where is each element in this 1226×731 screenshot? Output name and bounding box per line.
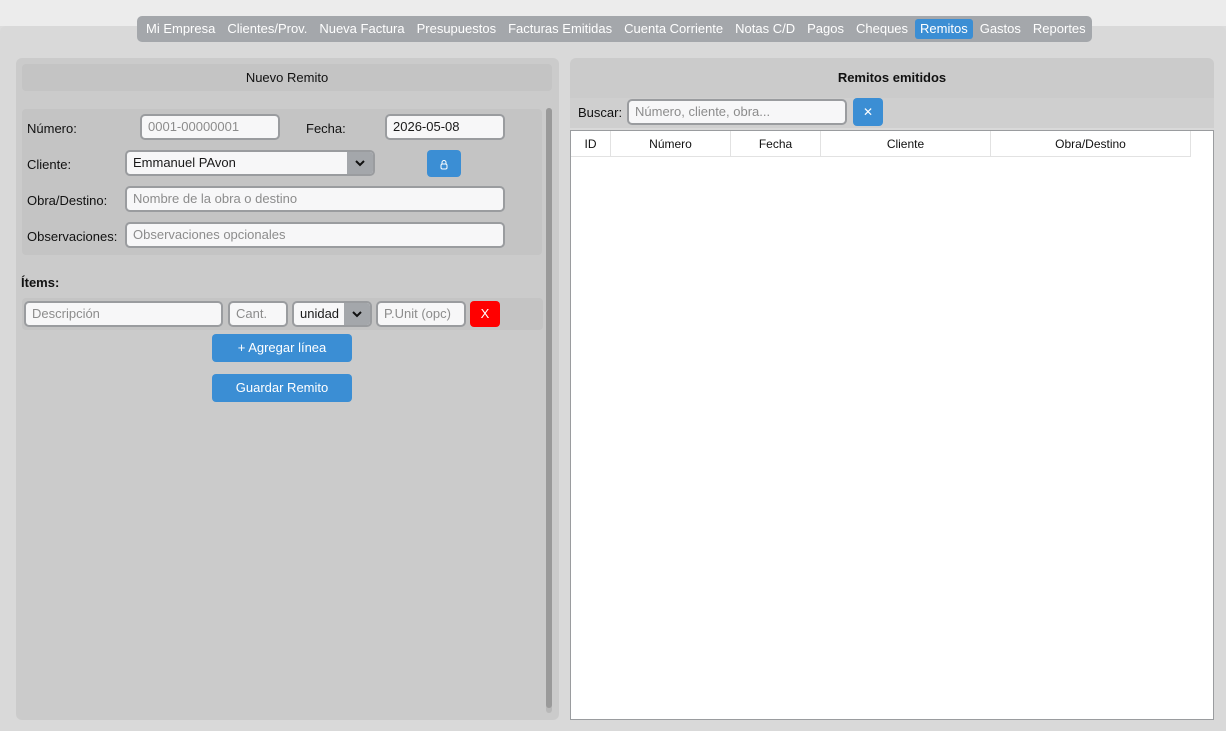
remitos-emitidos-title: Remitos emitidos — [837, 70, 947, 85]
panel-title: Nuevo Remito — [22, 64, 552, 91]
tab-cheques[interactable]: Cheques — [851, 19, 913, 39]
column-header-id[interactable]: ID — [571, 131, 611, 157]
tab-mi-empresa[interactable]: Mi Empresa — [141, 19, 220, 39]
tab-facturas-emitidas[interactable]: Facturas Emitidas — [503, 19, 617, 39]
chevron-down-icon — [344, 303, 370, 325]
fecha-field[interactable]: 2026-05-08 — [385, 114, 505, 140]
refresh-clients-button[interactable] — [427, 150, 461, 177]
observaciones-input[interactable]: Observaciones opcionales — [125, 222, 505, 248]
column-header-numero[interactable]: Número — [611, 131, 731, 157]
tab-pagos[interactable]: Pagos — [802, 19, 849, 39]
items-heading: Ítems: — [21, 275, 60, 290]
chevron-down-icon — [347, 152, 373, 174]
tab-cuenta-corriente[interactable]: Cuenta Corriente — [619, 19, 728, 39]
cliente-label: Cliente: — [27, 157, 72, 172]
cliente-select[interactable]: Emmanuel PAvon — [125, 150, 375, 176]
add-line-button[interactable]: + Agregar línea — [212, 334, 352, 362]
remove-item-button[interactable]: X — [470, 301, 500, 327]
tab-nueva-factura[interactable]: Nueva Factura — [314, 19, 409, 39]
search-bar: Buscar: Número, cliente, obra... ✕ — [570, 98, 1214, 128]
column-header-obra-destino[interactable]: Obra/Destino — [991, 131, 1191, 157]
numero-label: Número: — [27, 121, 77, 136]
scrollbar-thumb[interactable] — [546, 108, 552, 708]
clear-search-button[interactable]: ✕ — [853, 98, 883, 126]
main-tab-bar: Mi Empresa Clientes/Prov. Nueva Factura … — [137, 16, 1092, 42]
tab-presupuestos[interactable]: Presupuestos — [412, 19, 502, 39]
item-descripcion-input[interactable]: Descripción — [24, 301, 223, 327]
save-remito-button[interactable]: Guardar Remito — [212, 374, 352, 402]
numero-field[interactable]: 0001-00000001 — [140, 114, 280, 140]
tab-clientes-prov[interactable]: Clientes/Prov. — [222, 19, 312, 39]
item-unidad-value: unidad — [300, 306, 340, 321]
search-label: Buscar: — [578, 105, 623, 120]
tab-gastos[interactable]: Gastos — [975, 19, 1026, 39]
refresh-icon — [440, 159, 448, 170]
close-icon: ✕ — [862, 105, 874, 119]
nuevo-remito-panel: Nuevo Remito Número: 0001-00000001 Fecha… — [16, 58, 559, 720]
obra-label: Obra/Destino: — [27, 193, 108, 208]
item-precio-unit-input[interactable]: P.Unit (opc) — [376, 301, 466, 327]
column-header-cliente[interactable]: Cliente — [821, 131, 991, 157]
obra-destino-input[interactable]: Nombre de la obra o destino — [125, 186, 505, 212]
observaciones-label: Observaciones: — [27, 229, 118, 244]
tab-reportes[interactable]: Reportes — [1028, 19, 1091, 39]
table-header-row: ID Número Fecha Cliente Obra/Destino — [571, 131, 1213, 157]
remitos-table: ID Número Fecha Cliente Obra/Destino — [570, 130, 1214, 720]
remito-form-section: Número: 0001-00000001 Fecha: 2026-05-08 … — [22, 109, 542, 255]
fecha-label: Fecha: — [306, 121, 346, 136]
item-cantidad-input[interactable]: Cant. — [228, 301, 288, 327]
search-input[interactable]: Número, cliente, obra... — [627, 99, 847, 125]
column-header-fecha[interactable]: Fecha — [731, 131, 821, 157]
tab-remitos[interactable]: Remitos — [915, 19, 973, 39]
tab-notas-cd[interactable]: Notas C/D — [730, 19, 800, 39]
cliente-selected-value: Emmanuel PAvon — [133, 155, 236, 170]
item-unidad-select[interactable]: unidad — [292, 301, 372, 327]
